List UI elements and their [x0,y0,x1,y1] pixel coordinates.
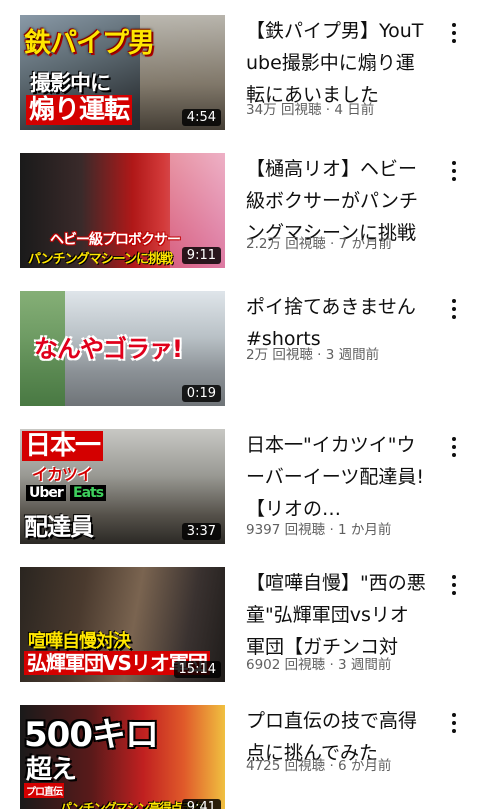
thumbnail-caption: 鉄パイプ男 [24,28,155,59]
video-meta: 2万 回視聴 · 3 週間前 [246,347,380,363]
thumbnail-caption: 喧嘩自慢対決 [28,631,131,652]
video-thumbnail[interactable]: ヘビー級プロボクサー パンチングマシーンに挑戦 9:11 [20,153,225,268]
more-options-icon[interactable] [446,297,462,321]
video-list: 鉄パイプ男 撮影中に 煽り運転 4:54 【鉄パイプ男】YouTube撮影中に煽… [0,0,480,809]
video-thumbnail[interactable]: 鉄パイプ男 撮影中に 煽り運転 4:54 [20,15,225,130]
thumbnail-caption: 煽り運転 [26,95,133,125]
duration-badge: 9:11 [181,247,221,264]
thumbnail-caption: Uber [26,485,66,501]
thumbnail-caption: Eats [70,485,107,501]
thumbnail-caption: 超え [26,755,77,785]
thumbnail-caption: パンチングマシーンに挑戦 [28,252,173,267]
duration-badge: 9:41 [181,799,221,809]
video-item[interactable]: 日本一 イカツイ Uber Eats 配達員 3:37 日本一"イカツイ"ウーバ… [0,429,480,567]
duration-badge: 3:37 [181,523,221,540]
duration-badge: 15:14 [173,661,221,678]
video-meta: 2.2万 回視聴 · 7 か月前 [246,236,393,252]
video-item[interactable]: 喧嘩自慢対決 弘輝軍団VSリオ軍団 15:14 【喧嘩自慢】"西の悪童"弘輝軍団… [0,567,480,705]
video-item[interactable]: なんやゴラァ! 0:19 ポイ捨てあきません #shorts 2万 回視聴 · … [0,291,480,429]
video-meta: 9397 回視聴 · 1 か月前 [246,522,392,538]
thumbnail-caption: 撮影中に [30,71,111,95]
thumbnail-caption: イカツイ [32,465,93,484]
thumbnail-caption: 日本一 [22,431,104,461]
thumbnail-caption: なんやゴラァ! [34,335,183,363]
video-thumbnail[interactable]: 500キロ 超え プロ直伝 パンチングマシン高得点テク 9:41 [20,705,225,809]
video-item[interactable]: 鉄パイプ男 撮影中に 煽り運転 4:54 【鉄パイプ男】YouTube撮影中に煽… [0,15,480,153]
more-options-icon[interactable] [446,711,462,735]
video-meta: 4725 回視聴 · 6 か月前 [246,758,392,774]
duration-badge: 0:19 [181,385,221,402]
more-options-icon[interactable] [446,159,462,183]
video-item[interactable]: 500キロ 超え プロ直伝 パンチングマシン高得点テク 9:41 プロ直伝の技で… [0,705,480,809]
video-thumbnail[interactable]: なんやゴラァ! 0:19 [20,291,225,406]
video-thumbnail[interactable]: 喧嘩自慢対決 弘輝軍団VSリオ軍団 15:14 [20,567,225,682]
more-options-icon[interactable] [446,573,462,597]
more-options-icon[interactable] [446,435,462,459]
video-meta: 6902 回視聴 · 3 週間前 [246,657,392,673]
more-options-icon[interactable] [446,21,462,45]
video-title[interactable]: 日本一"イカツイ"ウーバーイーツ配達員!【リオの… [246,429,426,525]
video-title[interactable]: 【鉄パイプ男】YouTube撮影中に煽り運転にあいました [246,15,426,111]
video-title[interactable]: 【喧嘩自慢】"西の悪童"弘輝軍団vsリオ軍団【ガチンコ対決】 [246,567,426,663]
thumbnail-caption: ヘビー級プロボクサー [50,232,181,248]
thumbnail-caption: 配達員 [24,513,94,541]
video-item[interactable]: ヘビー級プロボクサー パンチングマシーンに挑戦 9:11 【樋高リオ】ヘビー級ボ… [0,153,480,291]
video-thumbnail[interactable]: 日本一 イカツイ Uber Eats 配達員 3:37 [20,429,225,544]
video-meta: 34万 回視聴 · 4 日前 [246,102,375,118]
duration-badge: 4:54 [181,109,221,126]
thumbnail-caption: プロ直伝 [24,783,64,798]
